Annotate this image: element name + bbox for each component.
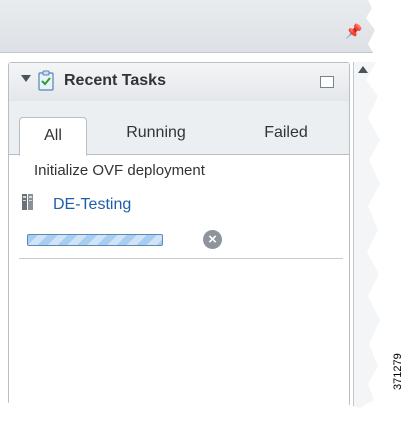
cancel-icon[interactable]: × [203,230,222,249]
recent-tasks-panel: Recent Tasks All Running Failed Initiali… [8,62,350,412]
maximize-icon[interactable] [320,76,334,88]
panel-header: Recent Tasks [9,63,349,102]
host-icon [22,194,33,210]
top-toolbar: 📌 [0,0,380,53]
pin-icon[interactable]: 📌 [345,22,362,40]
scroll-up-icon[interactable] [358,66,368,73]
divider [19,258,343,259]
task-tabs: All Running Failed [9,101,349,156]
figure-id: 371279 [392,353,404,390]
task-target-link[interactable]: DE-Testing [53,196,131,214]
clipboard-check-icon [38,70,54,91]
task-title: Initialize OVF deployment [34,162,205,179]
panel-title: Recent Tasks [64,72,166,89]
screenshot-area: 📌 Recent Tasks All Running Failed Initia… [0,0,380,412]
task-progress-bar [27,234,163,246]
tab-all[interactable]: All [19,117,87,156]
tab-running[interactable]: Running [101,115,211,154]
collapse-arrow-icon[interactable] [21,75,31,82]
tab-failed[interactable]: Failed [231,115,341,154]
adjacent-pane [353,62,380,412]
